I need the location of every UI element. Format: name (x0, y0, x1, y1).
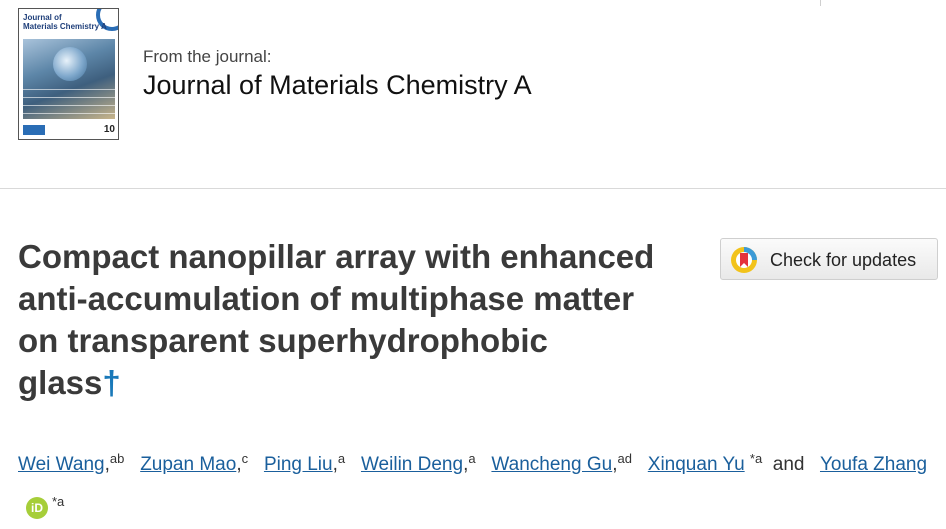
author-link[interactable]: Youfa Zhang (820, 454, 927, 475)
top-divider-tick (820, 0, 821, 6)
affiliation-marker: c (241, 451, 249, 466)
affiliation-marker: ab (109, 451, 125, 466)
orcid-icon[interactable]: iD (26, 496, 48, 519)
cover-artwork (23, 39, 115, 119)
author-list: Wei Wang,ab Zupan Mao,c Ping Liu,a Weili… (18, 444, 928, 529)
footnote-dagger-link[interactable]: † (102, 364, 120, 401)
check-for-updates-label: Check for updates (770, 250, 917, 270)
affiliation-marker: a (468, 451, 476, 466)
cover-title-line1: Journal of (23, 13, 62, 22)
author-link[interactable]: Xinquan Yu (648, 454, 745, 475)
article-title: Compact nanopillar array with enhanced a… (18, 236, 658, 404)
journal-name-link[interactable]: Journal of Materials Chemistry A (143, 70, 532, 101)
from-journal-label: From the journal: (143, 47, 272, 66)
author-link[interactable]: Zupan Mao (140, 454, 236, 475)
cover-anniversary-badge: 10 (103, 124, 115, 135)
publisher-logo (23, 125, 45, 135)
affiliation-marker: *a (749, 451, 763, 466)
cover-globe-graphic (53, 47, 87, 81)
affiliation-marker: *a (52, 494, 65, 509)
author-link[interactable]: Wancheng Gu (491, 454, 612, 475)
affiliation-marker: a (337, 451, 346, 466)
journal-cover-image[interactable]: Journal of Materials Chemistry A 10 (18, 8, 119, 140)
author-link[interactable]: Ping Liu (264, 454, 333, 475)
check-for-updates-button[interactable]: Check for updates (720, 238, 938, 280)
cover-footer: 10 (23, 119, 115, 135)
cover-title: Journal of Materials Chemistry A (23, 13, 107, 31)
crossmark-icon (731, 247, 757, 273)
header-divider (0, 188, 946, 189)
author-link[interactable]: Weilin Deng (361, 454, 463, 475)
affiliation-marker: ad (617, 451, 632, 466)
authors-conjunction: and (772, 454, 805, 475)
cover-title-line2: Materials Chemistry A (23, 22, 107, 31)
author-link[interactable]: Wei Wang (18, 454, 105, 475)
